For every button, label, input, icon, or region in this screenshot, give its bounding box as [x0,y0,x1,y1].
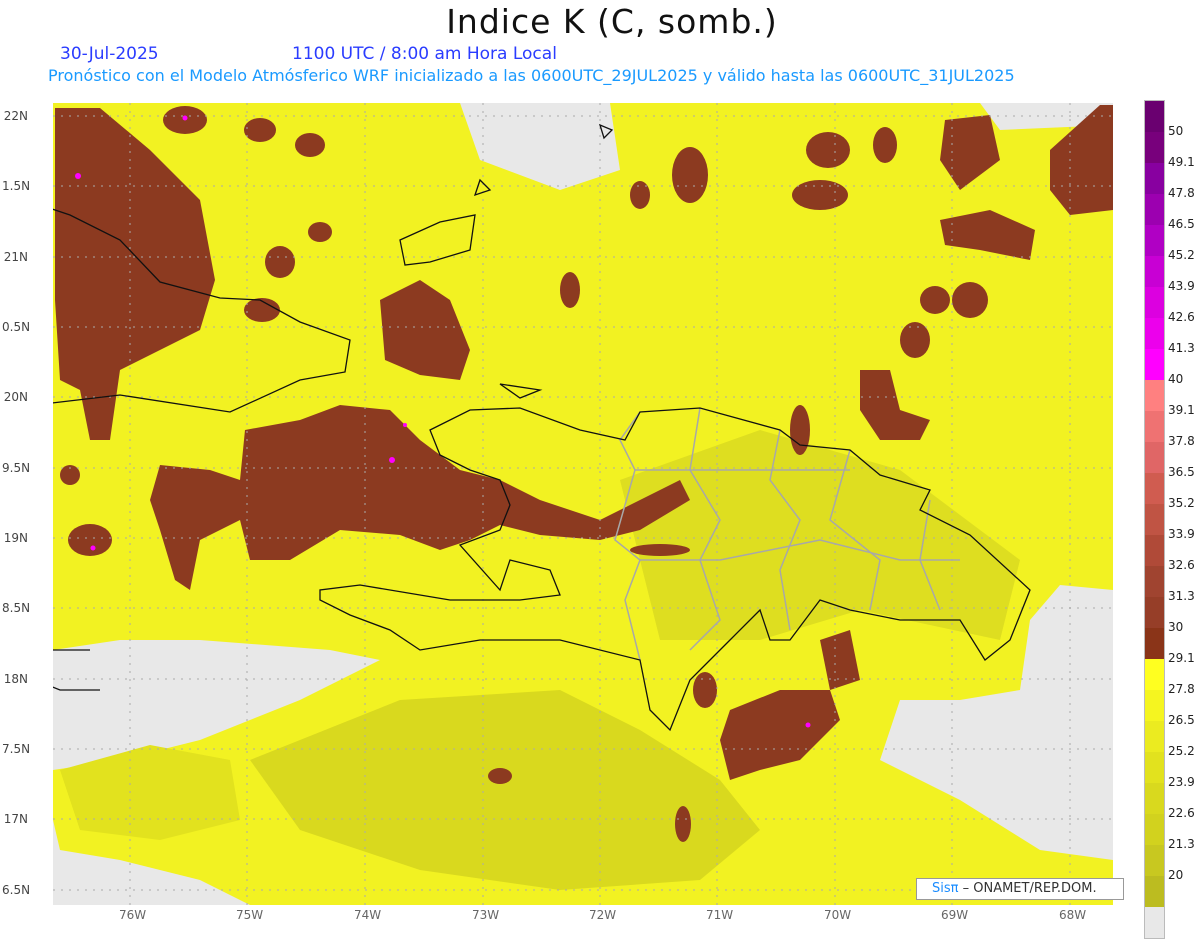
colorbar-box [1145,256,1164,287]
colorbar-box [1145,473,1164,504]
colorbar-box [1145,132,1164,163]
colorbar-label: 25.2 [1168,744,1195,758]
forecast-time: 1100 UTC / 8:00 am Hora Local [292,44,557,64]
lat-label: 20N [3,390,28,404]
colorbar-box [1145,411,1164,442]
colorbar-box [1145,721,1164,752]
k-index-map [53,103,1113,905]
lat-label: 1.5N [2,179,31,193]
credit-text: – ONAMET/REP.DOM. [958,881,1097,896]
colorbar-label: 40 [1168,372,1184,386]
colorbar-label: 39.1 [1168,403,1195,417]
colorbar-box [1145,163,1164,194]
colorbar-box [1145,349,1164,380]
colorbar-box [1145,442,1164,473]
lon-label: 74W [354,908,382,922]
lon-label: 68W [1059,908,1087,922]
colorbar-box [1145,783,1164,814]
lat-label: 17N [3,812,28,826]
colorbar-label: 21.3 [1168,837,1195,851]
lat-label: 22N [3,109,28,123]
colorbar-box [1145,225,1164,256]
model-subtitle: Pronóstico con el Modelo Atmósferico WRF… [48,66,1015,85]
colorbar-box [1145,318,1164,349]
colorbar-box [1145,690,1164,721]
colorbar-label: 45.2 [1168,248,1195,262]
colorbar-label: 32.6 [1168,558,1195,572]
colorbar-label: 37.8 [1168,434,1195,448]
colorbar [1144,100,1165,939]
credit-box: Sisπ – ONAMET/REP.DOM. [916,878,1124,900]
colorbar-label: 20 [1168,868,1184,882]
colorbar-label: 35.2 [1168,496,1195,510]
lon-label: 75W [236,908,264,922]
colorbar-box [1145,535,1164,566]
colorbar-box [1145,504,1164,535]
colorbar-label: 27.8 [1168,682,1195,696]
colorbar-label: 43.9 [1168,279,1195,293]
forecast-date: 30-Jul-2025 [60,44,159,64]
colorbar-box [1145,752,1164,783]
colorbar-box [1145,194,1164,225]
colorbar-label: 46.5 [1168,217,1195,231]
colorbar-box [1145,814,1164,845]
colorbar-label: 33.9 [1168,527,1195,541]
colorbar-label: 29.1 [1168,651,1195,665]
lon-label: 69W [941,908,969,922]
lon-label: 73W [472,908,500,922]
colorbar-label: 49.1 [1168,155,1195,169]
colorbar-box [1145,876,1164,907]
lat-label: 21N [3,250,28,264]
colorbar-label: 26.5 [1168,713,1195,727]
lat-label: 18N [3,672,28,686]
colorbar-label: 30 [1168,620,1184,634]
lon-label: 76W [119,908,147,922]
lat-label: 19N [3,531,28,545]
colorbar-box [1145,659,1164,690]
colorbar-label: 36.5 [1168,465,1195,479]
colorbar-label: 23.9 [1168,775,1195,789]
lat-label: 7.5N [2,742,31,756]
colorbar-box [1145,380,1164,411]
colorbar-box [1145,287,1164,318]
sispi-logo: Sisπ [932,881,959,896]
lat-label: 6.5N [2,883,31,897]
colorbar-box [1145,597,1164,628]
colorbar-label: 50 [1168,124,1184,138]
colorbar-label: 47.8 [1168,186,1195,200]
lon-label: 71W [706,908,734,922]
colorbar-box [1145,907,1164,938]
colorbar-box [1145,101,1164,132]
lon-label: 70W [824,908,852,922]
lon-label: 72W [589,908,617,922]
lat-label: 8.5N [2,601,31,615]
colorbar-label: 41.3 [1168,341,1195,355]
colorbar-label: 22.6 [1168,806,1195,820]
colorbar-box [1145,566,1164,597]
colorbar-label: 42.6 [1168,310,1195,324]
colorbar-box [1145,628,1164,659]
colorbar-box [1145,845,1164,876]
lat-label: 9.5N [2,461,31,475]
map-title: Indice K (C, somb.) [446,2,778,41]
lat-label: 0.5N [2,320,31,334]
colorbar-label: 31.3 [1168,589,1195,603]
